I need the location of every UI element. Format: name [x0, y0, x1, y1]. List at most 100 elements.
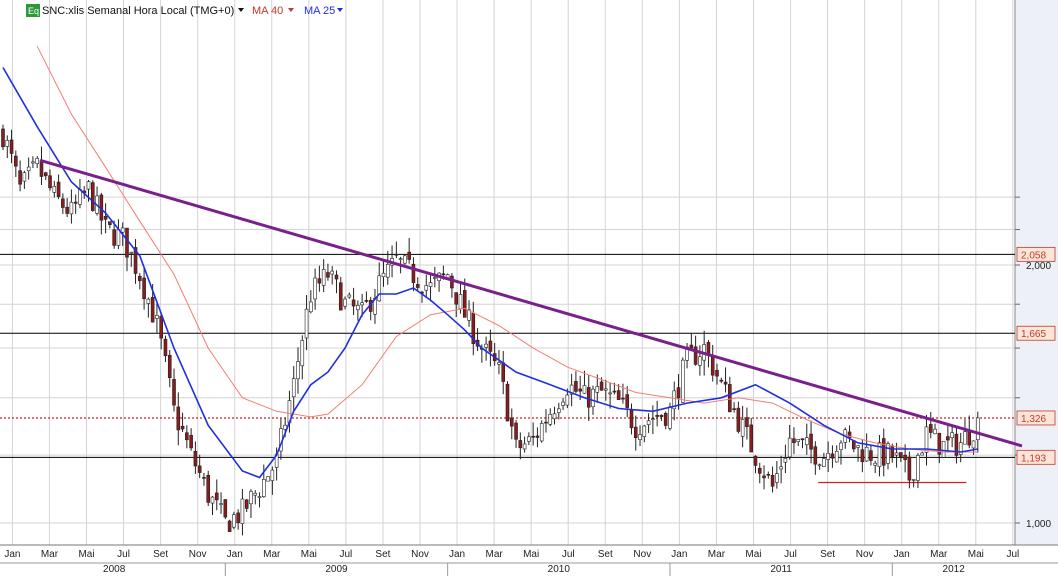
candle-body [633, 426, 638, 438]
candle-body [804, 437, 809, 446]
candle-body [916, 455, 920, 481]
candle-body [317, 278, 322, 284]
candle-body [869, 450, 873, 461]
candle-body [108, 221, 112, 226]
candle-body [710, 354, 715, 376]
y-tick-label: 1,000 [1026, 519, 1051, 530]
candle-body [616, 390, 621, 400]
candle-body [52, 186, 57, 193]
candle-body [403, 255, 407, 264]
candle-body [599, 381, 604, 391]
candle-body [270, 469, 275, 481]
x-tick-label: Jul [1006, 549, 1019, 560]
candle-body [787, 437, 792, 458]
candle-body [26, 166, 31, 172]
candle-body [522, 443, 527, 450]
candle-body [903, 454, 907, 460]
x-tick-label: Mar [41, 549, 59, 560]
candle-body [291, 378, 296, 398]
candle [227, 519, 232, 532]
candle-body [629, 409, 634, 429]
candle-body [728, 384, 732, 413]
candle [266, 476, 270, 482]
candle-body [642, 425, 647, 437]
candle-body [185, 432, 189, 441]
candle-body [830, 453, 835, 459]
candle [223, 498, 228, 520]
x-tick-label: Set [820, 549, 835, 560]
candle-body [527, 436, 531, 442]
candle-body [210, 496, 215, 504]
candle-body [591, 388, 595, 408]
candle-body [565, 394, 570, 406]
candle [206, 470, 211, 506]
candle-body [22, 172, 27, 182]
candle-body [497, 362, 501, 365]
x-tick-label: Jan [449, 549, 465, 560]
x-tick-label: Mai [968, 549, 984, 560]
candle-body [950, 432, 954, 439]
candle-body [561, 401, 565, 406]
candle-body [663, 412, 668, 426]
candle-body [749, 424, 753, 453]
candle-body [202, 477, 206, 479]
candle-body [894, 452, 899, 456]
candle-body [415, 284, 420, 288]
ma25-legend[interactable]: MA 25 [304, 5, 335, 17]
candle-body [911, 479, 916, 481]
x-tick-label: Jul [562, 549, 575, 560]
candle-body [920, 452, 925, 456]
ma40-legend[interactable]: MA 40 [252, 5, 283, 17]
candle-body [732, 408, 736, 410]
x-tick-label: Jan [227, 549, 243, 560]
candle-body [454, 292, 458, 305]
candle-body [723, 381, 728, 385]
candle-body [595, 386, 600, 393]
candle [505, 381, 510, 422]
candle-body [172, 379, 176, 406]
candle-body [9, 139, 14, 154]
candle-body [638, 434, 642, 440]
candle-body [103, 216, 108, 220]
x-tick-label: Mar [263, 549, 281, 560]
candle-body [864, 446, 869, 462]
candle-body [899, 452, 903, 458]
candle-body [138, 275, 142, 282]
x-tick-label: Jan [894, 549, 910, 560]
x-tick-label: Jul [117, 549, 130, 560]
candle-body [976, 417, 980, 441]
candle-body [56, 181, 61, 197]
candle-body [296, 361, 300, 380]
candle-body [364, 300, 369, 302]
candle-body [676, 387, 681, 399]
candle-body [428, 282, 433, 287]
x-tick-label: Mar [708, 549, 726, 560]
candle-body [343, 298, 347, 307]
candle-body [946, 436, 950, 441]
candle-body [266, 476, 270, 482]
candle-body [822, 458, 826, 467]
candle-body [262, 479, 266, 497]
candle-body [539, 423, 544, 442]
candle-body [1, 128, 5, 148]
candle-body [971, 440, 976, 449]
candle-body [398, 258, 403, 260]
candle-body [321, 269, 326, 286]
candle-body [347, 294, 352, 298]
candle [90, 180, 95, 212]
candle-body [582, 385, 587, 394]
equity-badge-label: Eq [28, 6, 39, 16]
candle-body [326, 272, 330, 278]
symbol-title[interactable]: SNC:xlis Semanal Hora Local (TMG+0) [42, 5, 234, 17]
candle-body [249, 491, 253, 505]
candle-body [159, 315, 163, 339]
x-tick-label: Nov [856, 549, 874, 560]
x-tick-label: Nov [189, 549, 207, 560]
x-year-label: 2008 [103, 564, 126, 575]
candle-body [309, 301, 313, 313]
candle-body [881, 438, 886, 466]
candle-body [535, 435, 540, 438]
candle-body [505, 383, 510, 422]
x-year-label: 2012 [943, 564, 966, 575]
candle-body [856, 445, 860, 448]
